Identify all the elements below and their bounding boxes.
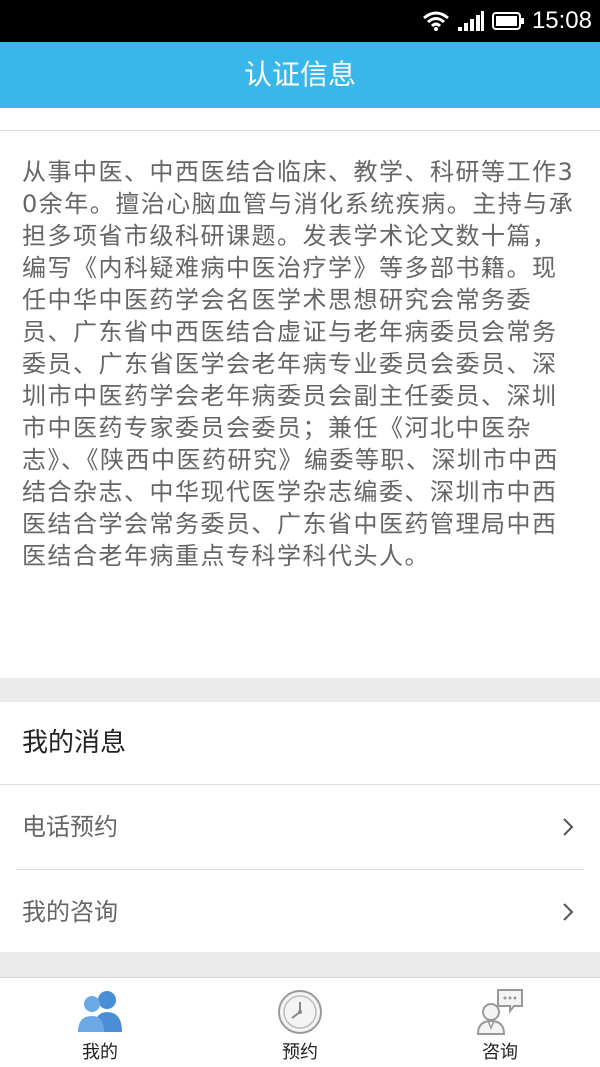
- tab-appointment[interactable]: 预约: [200, 978, 400, 1067]
- status-icons: 15:08: [422, 0, 592, 42]
- signal-icon: [457, 11, 484, 31]
- wifi-icon: [422, 11, 449, 31]
- page-title: 认证信息: [243, 58, 356, 91]
- bottom-tab-bar: 我的 预约 咨询: [0, 977, 600, 1067]
- status-bar: 15:08: [0, 0, 600, 42]
- tab-appointment-label: 预约: [282, 1042, 318, 1063]
- header: 认证信息: [0, 42, 600, 108]
- intro-divider: [0, 130, 600, 131]
- clock-icon: [278, 990, 322, 1034]
- messages-card: 我的消息 电话预约 我的咨询: [0, 702, 600, 952]
- tab-consult-label: 咨询: [482, 1042, 518, 1063]
- status-time: 15:08: [531, 7, 592, 34]
- my-consultation-row[interactable]: 我的咨询: [0, 870, 600, 954]
- tab-consult[interactable]: 咨询: [400, 978, 600, 1067]
- tab-mine-label: 我的: [82, 1042, 118, 1063]
- doctor-bio-text: 从事中医、中西医结合临床、教学、科研等工作30余年。擅治心脑血管与消化系统疾病。…: [22, 158, 575, 570]
- intro-card: 从事中医、中西医结合临床、教学、科研等工作30余年。擅治心脑血管与消化系统疾病。…: [0, 108, 600, 678]
- chevron-right-icon: [563, 903, 574, 921]
- chevron-right-icon: [563, 818, 574, 836]
- people-icon: [78, 991, 122, 1032]
- phone-appointment-label: 电话预约: [22, 813, 118, 841]
- messages-section-title: 我的消息: [22, 728, 127, 758]
- tab-mine[interactable]: 我的: [0, 978, 200, 1067]
- my-consultation-label: 我的咨询: [22, 898, 118, 926]
- battery-icon: [491, 12, 524, 30]
- phone-appointment-row[interactable]: 电话预约: [0, 785, 600, 869]
- consult-icon: [476, 989, 523, 1035]
